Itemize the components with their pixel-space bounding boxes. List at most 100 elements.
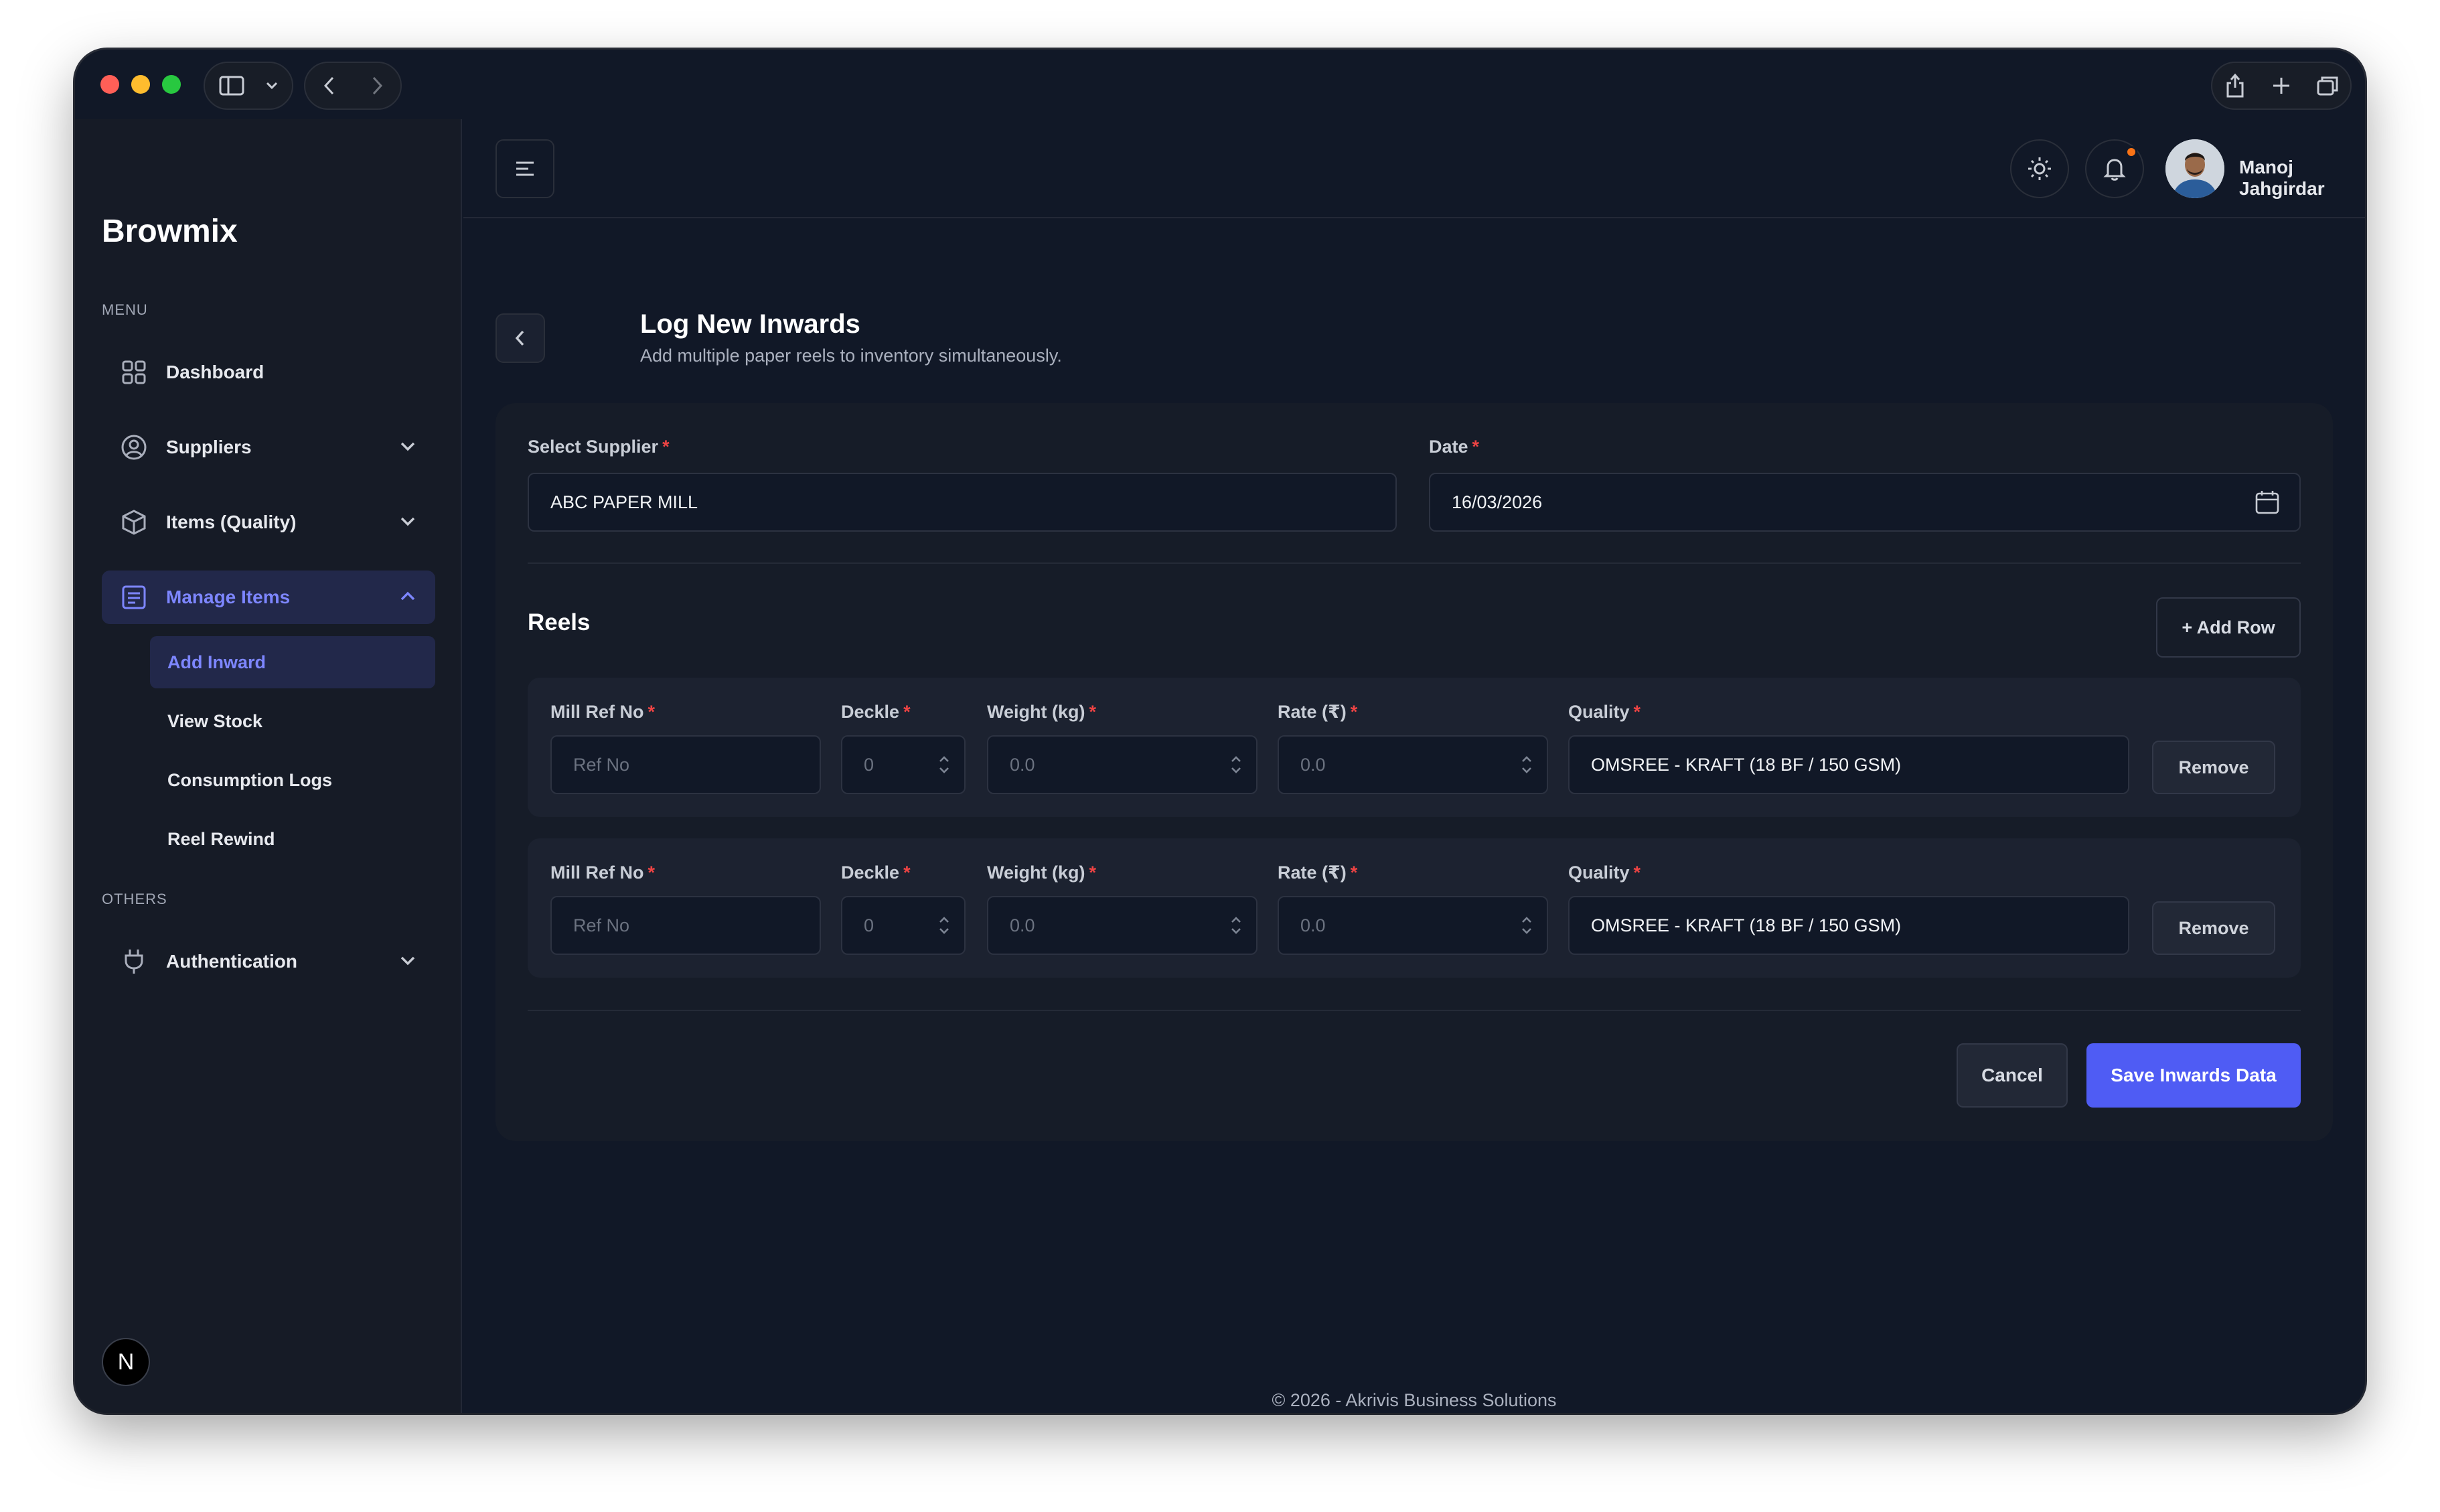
remove-row-button[interactable]: Remove (2152, 741, 2275, 794)
quality-select[interactable]: OMSREE - KRAFT (18 BF / 150 GSM) (1568, 896, 2129, 955)
stepper-icon[interactable] (1229, 913, 1243, 942)
sidebar-subitem-add-inward[interactable]: Add Inward (150, 636, 435, 688)
deckle-label: Deckle * (841, 702, 911, 722)
sidebar-item-authentication[interactable]: Authentication (102, 935, 435, 988)
sidebar-item-dashboard[interactable]: Dashboard (102, 346, 435, 399)
rate-placeholder: 0.0 (1300, 754, 1326, 775)
deckle-placeholder: 0 (864, 754, 874, 775)
others-section-label: OTHERS (102, 891, 167, 907)
sidebar-item-label: Authentication (166, 951, 297, 972)
sidebar-item-manage-items[interactable]: Manage Items (102, 571, 435, 624)
sidebar-subitem-view-stock[interactable]: View Stock (150, 695, 435, 747)
rate-placeholder: 0.0 (1300, 915, 1326, 935)
zoom-window-button[interactable] (162, 75, 181, 94)
sidebar-toggle-icon[interactable] (205, 62, 258, 110)
rate-label: Rate (₹) * (1278, 702, 1358, 722)
notifications-button[interactable] (2085, 139, 2144, 198)
supplier-select[interactable]: ABC PAPER MILL (528, 473, 1397, 532)
cancel-button[interactable]: Cancel (1957, 1043, 2068, 1108)
mill-ref-input[interactable]: Ref No (550, 735, 821, 794)
calendar-icon[interactable] (2254, 489, 2281, 516)
grid-icon (119, 358, 149, 387)
stepper-icon[interactable] (1520, 913, 1533, 942)
box-icon (119, 508, 149, 537)
sidebar-item-label: Dashboard (166, 362, 264, 382)
sidebar-item-label: Manage Items (166, 587, 291, 607)
divider (528, 562, 2301, 564)
user-name[interactable]: Manoj Jahgirdar (2239, 157, 2365, 200)
list-icon (119, 583, 149, 612)
weight-placeholder: 0.0 (1010, 754, 1035, 775)
minimize-window-button[interactable] (131, 75, 150, 94)
reels-title: Reels (528, 609, 591, 635)
weight-placeholder: 0.0 (1010, 915, 1035, 935)
tab-overview-icon[interactable] (2304, 62, 2350, 110)
rate-input[interactable]: 0.0 (1278, 896, 1548, 955)
date-value: 16/03/2026 (1452, 492, 1543, 512)
window-actions-group (2211, 62, 2352, 110)
stepper-icon[interactable] (937, 753, 951, 781)
sidebar-subitem-consumption-logs[interactable]: Consumption Logs (150, 754, 435, 806)
stepper-icon[interactable] (1229, 753, 1243, 781)
weight-input[interactable]: 0.0 (987, 896, 1257, 955)
mill-ref-label: Mill Ref No * (550, 862, 656, 883)
chevron-down-icon (399, 438, 416, 460)
theme-toggle-button[interactable] (2010, 139, 2069, 198)
n-logo-badge[interactable]: N (102, 1338, 150, 1386)
sidebar-item-label: Items (Quality) (166, 512, 297, 532)
stepper-icon[interactable] (1520, 753, 1533, 781)
chevron-down-icon (399, 513, 416, 535)
sidebar-subitem-reel-rewind[interactable]: Reel Rewind (150, 813, 435, 865)
back-arrow-icon[interactable] (305, 62, 353, 110)
sidebar-item-items-quality[interactable]: Items (Quality) (102, 496, 435, 549)
avatar[interactable] (2165, 139, 2224, 198)
deckle-label: Deckle * (841, 862, 911, 883)
chevron-left-icon (515, 330, 524, 346)
mill-ref-input[interactable]: Ref No (550, 896, 821, 955)
deckle-input[interactable]: 0 (841, 896, 966, 955)
chevron-down-icon (399, 952, 416, 974)
quality-label: Quality * (1568, 702, 1641, 722)
save-inwards-button[interactable]: Save Inwards Data (2086, 1043, 2301, 1108)
share-icon[interactable] (2212, 62, 2259, 110)
top-header: Manoj Jahgirdar (463, 119, 2365, 218)
divider (528, 1010, 2301, 1011)
sun-icon (2028, 157, 2051, 180)
supplier-label: Select Supplier * (528, 437, 670, 457)
add-row-button[interactable]: + Add Row (2156, 597, 2301, 658)
deckle-input[interactable]: 0 (841, 735, 966, 794)
chevron-down-icon[interactable] (258, 62, 285, 110)
inward-form-card: Select Supplier * ABC PAPER MILL Date * 16… (495, 403, 2333, 1141)
mill-ref-label: Mill Ref No * (550, 702, 656, 722)
history-nav-group (304, 62, 402, 110)
new-tab-icon[interactable] (2259, 62, 2305, 110)
footer-copyright: © 2026 - Akrivis Business Solutions (1272, 1390, 1557, 1410)
close-window-button[interactable] (100, 75, 119, 94)
deckle-placeholder: 0 (864, 915, 874, 935)
reel-row: Mill Ref No * Deckle * Weight (kg) * Rate (… (528, 678, 2301, 817)
date-input[interactable]: 16/03/2026 (1429, 473, 2301, 532)
sidebar-item-suppliers[interactable]: Suppliers (102, 421, 435, 474)
reel-row: Mill Ref No * Deckle * Weight (kg) * Rate (… (528, 838, 2301, 978)
forward-arrow-icon[interactable] (353, 62, 400, 110)
date-label: Date * (1429, 437, 1480, 457)
weight-label: Weight (kg) * (987, 702, 1096, 722)
browser-window: Browmix MENU Dashboard Suppliers Items (… (75, 50, 2365, 1413)
rate-input[interactable]: 0.0 (1278, 735, 1548, 794)
main-content: Manoj Jahgirdar Log New Inwards Add mult… (463, 119, 2365, 1413)
weight-label: Weight (kg) * (987, 862, 1096, 883)
menu-toggle-button[interactable] (495, 139, 554, 198)
chevron-up-icon (399, 588, 416, 610)
sidebar-toggle-group (204, 62, 293, 110)
sidebar: Browmix MENU Dashboard Suppliers Items (… (75, 119, 462, 1413)
stepper-icon[interactable] (937, 913, 951, 942)
hamburger-icon (516, 161, 534, 176)
remove-row-button[interactable]: Remove (2152, 901, 2275, 955)
brand-logo: Browmix (102, 214, 238, 249)
weight-input[interactable]: 0.0 (987, 735, 1257, 794)
quality-select[interactable]: OMSREE - KRAFT (18 BF / 150 GSM) (1568, 735, 2129, 794)
back-button[interactable] (495, 313, 545, 363)
notification-dot (2125, 146, 2137, 158)
quality-label: Quality * (1568, 862, 1641, 883)
titlebar (75, 50, 2365, 119)
